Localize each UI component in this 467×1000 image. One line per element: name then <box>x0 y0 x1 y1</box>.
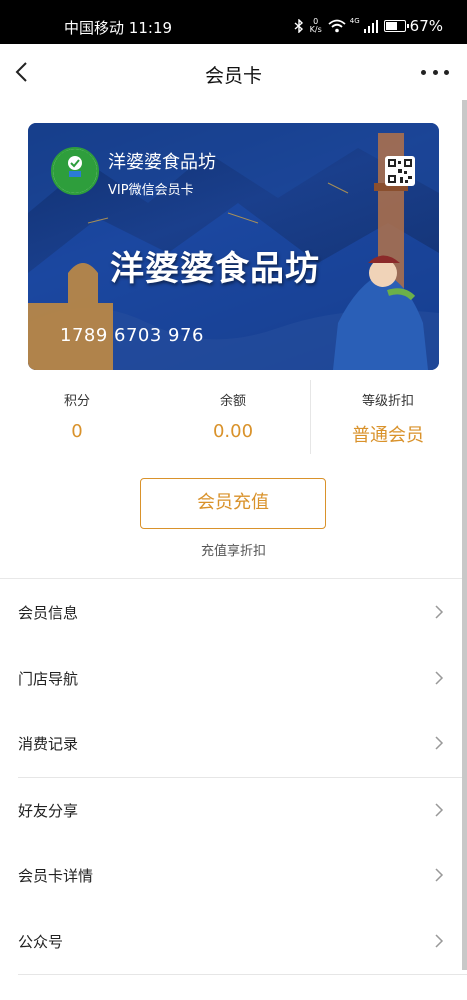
menu-item-label: 门店导航 <box>18 669 79 688</box>
shop-logo-icon <box>53 149 97 193</box>
scrollbar[interactable] <box>462 100 467 970</box>
menu-item-card-details[interactable]: 会员卡详情 <box>0 843 462 909</box>
status-icons: 0 K/s 4G 67% <box>294 17 443 35</box>
stat-points-label: 积分 <box>63 394 90 409</box>
chevron-right-icon <box>435 933 444 948</box>
stat-balance-label: 余额 <box>219 394 246 409</box>
stat-level-label: 等级折扣 <box>361 394 414 409</box>
qr-code-icon[interactable] <box>385 156 415 186</box>
membership-card[interactable]: 洋婆婆食品坊 VIP微信会员卡 洋婆婆食品坊 1789 6703 976 <box>28 123 439 370</box>
menu-item-official-account[interactable]: 公众号 <box>0 909 462 975</box>
shop-logo <box>51 147 99 195</box>
status-carrier-time: 中国移动 11:19 <box>64 17 172 38</box>
carrier-name: 中国移动 <box>64 19 125 37</box>
chevron-right-icon <box>435 802 444 817</box>
signal-icon <box>363 19 378 33</box>
recharge-hint: 充值享折扣 <box>200 544 266 559</box>
menu-item-member-info[interactable]: 会员信息 <box>0 580 462 646</box>
menu-item-label: 会员信息 <box>18 604 79 622</box>
stat-level[interactable]: 等级折扣 普通会员 <box>311 378 465 447</box>
more-icon[interactable] <box>421 62 449 82</box>
battery-fill <box>385 22 398 30</box>
menu-item-label: 消费记录 <box>18 735 79 753</box>
menu-item-share-friends[interactable]: 好友分享 <box>0 778 462 844</box>
member-stats: 积分 0 余额 0.00 等级折扣 普通会员 <box>0 378 462 456</box>
page-content: 洋婆婆食品坊 VIP微信会员卡 洋婆婆食品坊 1789 6703 976 积分 … <box>0 100 467 1000</box>
status-bar: 中国移动 11:19 0 K/s 4G 67% <box>0 0 467 44</box>
shop-name: 洋婆婆食品坊 <box>108 152 216 173</box>
card-banner-text: 洋婆婆食品坊 <box>110 249 320 289</box>
menu-item-label: 好友分享 <box>18 801 79 820</box>
chevron-right-icon <box>435 736 444 750</box>
network-type: 4G <box>349 17 360 25</box>
bluetooth-icon <box>294 19 303 33</box>
stat-balance[interactable]: 余额 0.00 <box>156 378 310 442</box>
stat-level-value: 普通会员 <box>352 425 424 446</box>
battery-icon <box>383 20 409 32</box>
section-divider <box>0 578 462 579</box>
stat-points-value: 0 <box>71 421 83 442</box>
menu-item-label: 公众号 <box>18 932 64 951</box>
wifi-icon <box>328 19 346 33</box>
card-number: 1789 6703 976 <box>60 325 204 346</box>
net-speed-unit: K/s <box>309 25 322 34</box>
card-subtitle: VIP微信会员卡 <box>108 183 194 198</box>
menu-list: 会员信息 门店导航 消费记录 好友分享 会员卡详情 公众号 <box>0 580 467 975</box>
nav-bar: 会员卡 <box>0 44 467 100</box>
clock: 11:19 <box>128 19 173 37</box>
menu-item-purchase-history[interactable]: 消费记录 <box>0 711 462 777</box>
recharge-button[interactable]: 会员充值 <box>140 478 326 529</box>
chevron-right-icon <box>435 868 444 882</box>
menu-item-store-navigation[interactable]: 门店导航 <box>0 646 462 712</box>
menu-divider <box>18 974 467 975</box>
stat-points[interactable]: 积分 0 <box>0 378 154 442</box>
net-speed: 0 K/s <box>310 18 322 34</box>
stat-balance-value: 0.00 <box>212 421 254 442</box>
battery-percent: 67% <box>409 17 443 35</box>
chevron-right-icon <box>435 670 444 685</box>
menu-item-label: 会员卡详情 <box>18 867 94 885</box>
page-title: 会员卡 <box>204 65 262 87</box>
chevron-right-icon <box>435 605 444 619</box>
